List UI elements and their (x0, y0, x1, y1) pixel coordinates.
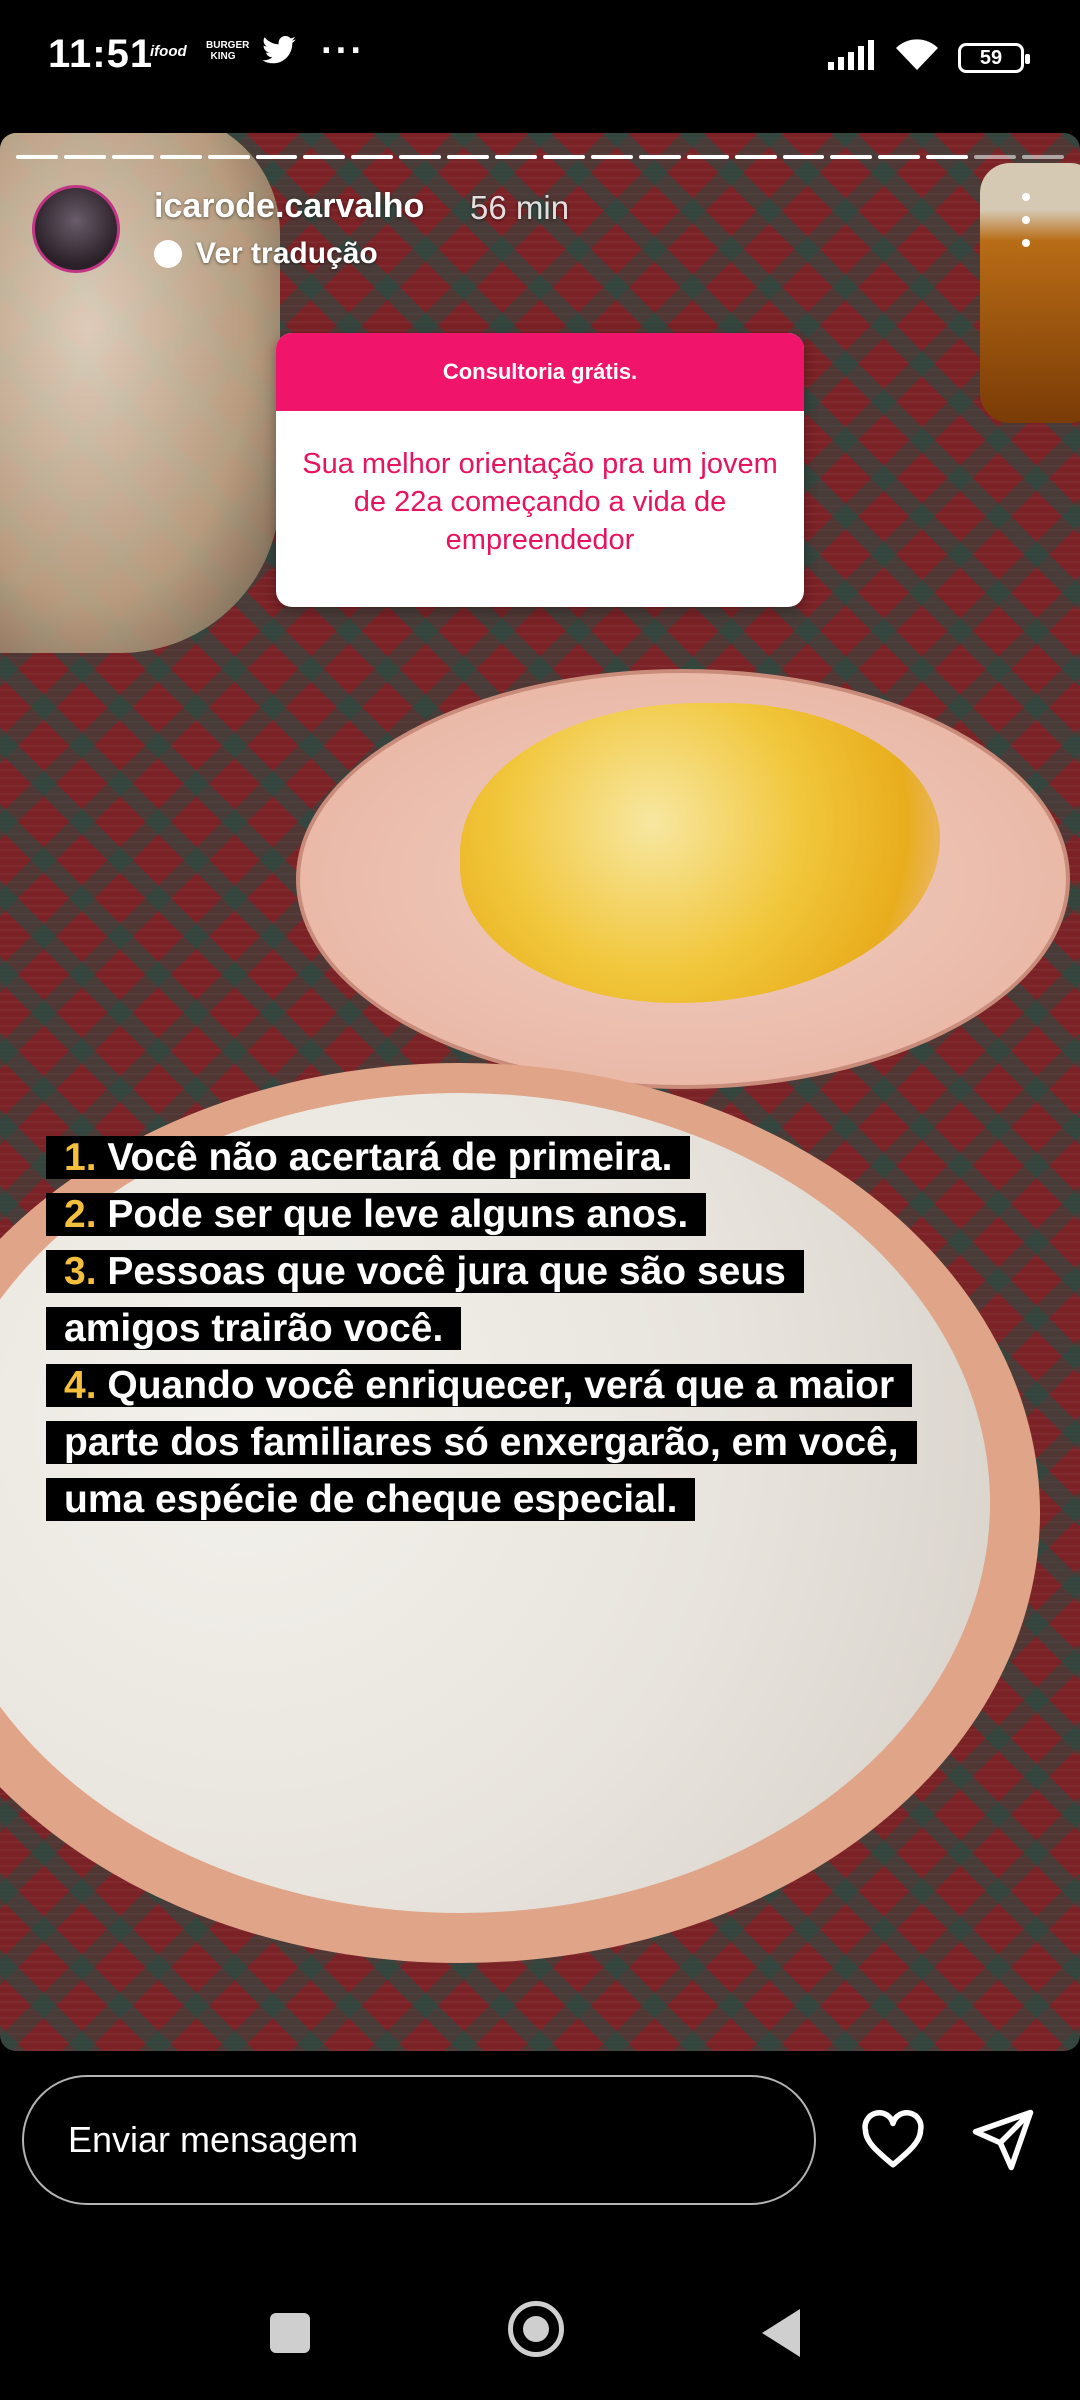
status-bar: 11:51 ifood BURGER KING ··· 59 (0, 0, 1080, 120)
battery-icon: 59 (958, 42, 1030, 73)
caption-line: parte dos familiares só enxergarão, em v… (46, 1414, 1036, 1471)
caption-text: amigos trairão você. (64, 1307, 444, 1350)
progress-segment (255, 155, 298, 159)
caption-text: parte dos familiares só enxergarão, em v… (64, 1421, 899, 1464)
progress-segment (303, 155, 346, 159)
question-sticker: Consultoria grátis. Sua melhor orientaçã… (276, 333, 804, 607)
progress-segment (399, 155, 442, 159)
twitter-icon (262, 36, 296, 66)
story-viewer[interactable]: icarode.carvalho 56 min Ver tradução Con… (0, 133, 1080, 2051)
notification-icons: ifood BURGER KING ··· (150, 30, 368, 72)
progress-segment (159, 155, 202, 159)
more-notifications-icon: ··· (321, 30, 365, 72)
progress-segment (447, 155, 490, 159)
ifood-icon: ifood (150, 42, 187, 60)
progress-segment (351, 155, 394, 159)
question-sticker-header: Consultoria grátis. (276, 333, 804, 411)
translate-icon (154, 240, 182, 268)
caption-line: 2. Pode ser que leve alguns anos. (46, 1186, 1036, 1243)
translate-link[interactable]: Ver tradução (154, 237, 378, 271)
back-icon[interactable] (762, 2309, 800, 2357)
progress-segment (734, 155, 777, 159)
more-options-icon[interactable] (1016, 193, 1036, 247)
caption-text: Quando você enriquecer, verá que a maior (107, 1364, 895, 1407)
translate-label: Ver tradução (196, 237, 378, 270)
home-icon[interactable] (508, 2301, 564, 2357)
progress-segment (878, 155, 921, 159)
burger-king-icon: BURGER KING (206, 40, 250, 62)
story-caption: 1. Você não acertará de primeira. 2. Pode… (46, 1129, 1036, 1528)
caption-line: 4. Quando você enriquecer, verá que a ma… (46, 1357, 1036, 1414)
heart-icon[interactable] (860, 2107, 926, 2173)
system-nav-bar (0, 2251, 1080, 2400)
status-icons: 59 (828, 38, 1030, 77)
story-time-ago: 56 min (470, 189, 570, 226)
progress-segment (638, 155, 681, 159)
caption-text: uma espécie de cheque especial. (64, 1478, 678, 1521)
signal-icon (828, 40, 876, 75)
caption-line: 3. Pessoas que você jura que são seus (46, 1243, 1036, 1300)
story-username[interactable]: icarode.carvalho (154, 187, 424, 226)
progress-segment (974, 155, 1017, 159)
reply-bar: Enviar mensagem (0, 2051, 1080, 2251)
status-time: 11:51 (48, 32, 154, 76)
caption-line: amigos trairão você. (46, 1300, 1036, 1357)
caption-text: Você não acertará de primeira. (107, 1136, 673, 1179)
send-icon[interactable] (970, 2107, 1036, 2173)
progress-segment (542, 155, 585, 159)
progress-segment (495, 155, 537, 159)
progress-segment (16, 155, 58, 159)
progress-segment (207, 155, 250, 159)
progress-segment (830, 155, 873, 159)
progress-segment (926, 155, 969, 159)
caption-line: uma espécie de cheque especial. (46, 1471, 1036, 1528)
caption-number: 4. (64, 1364, 97, 1407)
progress-segment (63, 155, 106, 159)
recents-icon[interactable] (270, 2313, 310, 2353)
story-progress-bar (16, 155, 1064, 159)
caption-number: 1. (64, 1136, 97, 1179)
caption-text: Pode ser que leve alguns anos. (107, 1193, 689, 1236)
send-message-input[interactable]: Enviar mensagem (22, 2075, 816, 2205)
wifi-icon (894, 38, 940, 77)
question-sticker-text: Sua melhor orientação pra um jovem de 22… (302, 448, 778, 556)
progress-segment (782, 155, 825, 159)
caption-text: Pessoas que você jura que são seus (107, 1250, 786, 1293)
progress-segment (1022, 155, 1064, 159)
progress-segment (111, 155, 154, 159)
caption-number: 2. (64, 1193, 97, 1236)
avatar[interactable] (32, 185, 120, 273)
caption-line: 1. Você não acertará de primeira. (46, 1129, 1036, 1186)
progress-segment (686, 155, 729, 159)
progress-segment (590, 155, 633, 159)
caption-number: 3. (64, 1250, 97, 1293)
